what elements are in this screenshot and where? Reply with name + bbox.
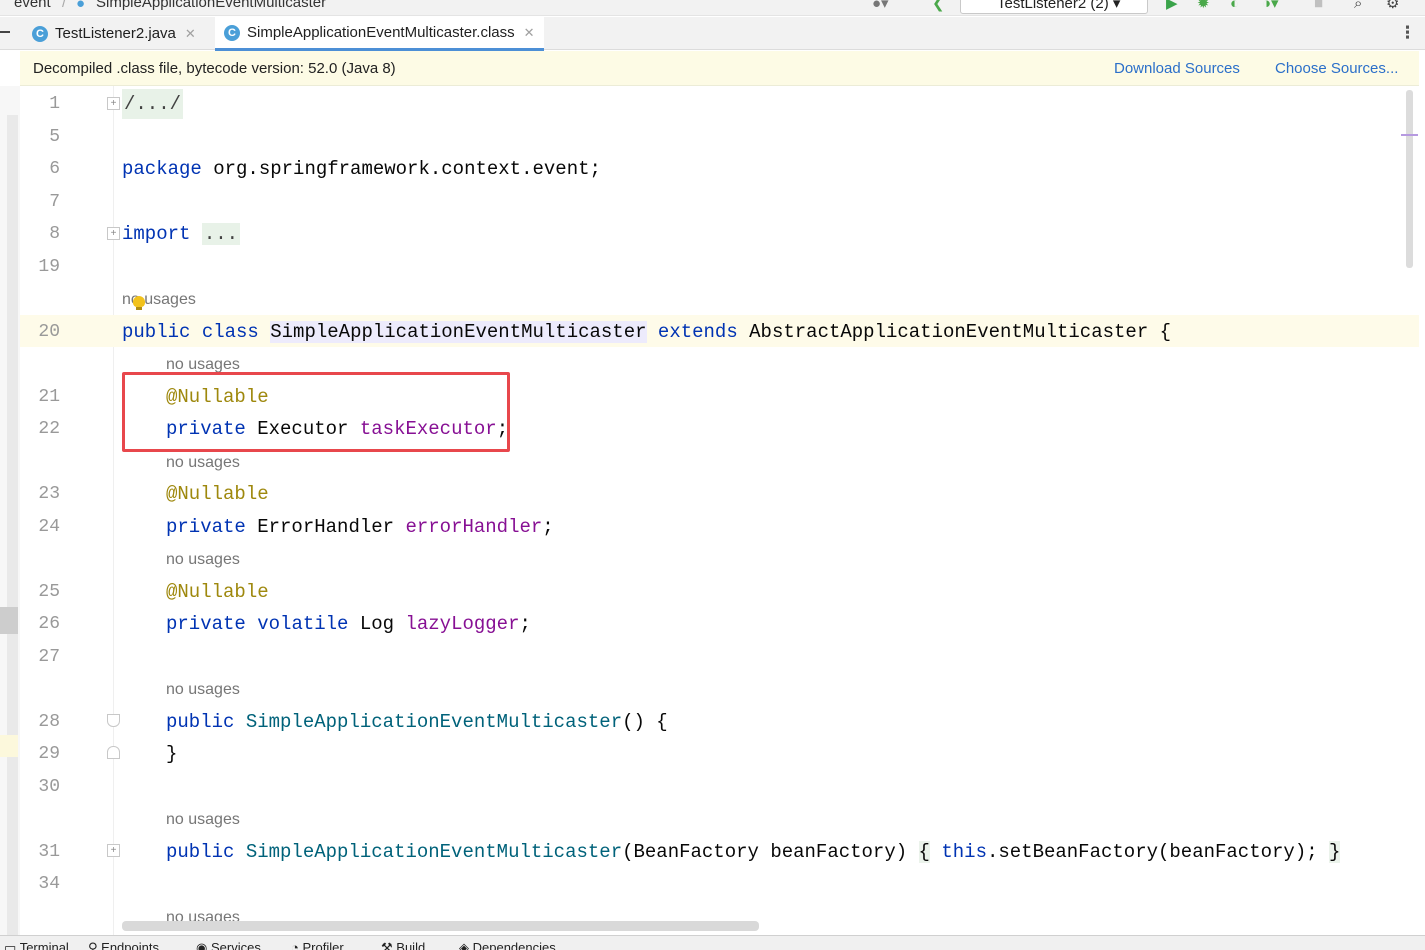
line-number: 26 — [38, 614, 60, 634]
collapse-icon[interactable] — [0, 31, 10, 33]
code-line-25: @Nullable — [166, 581, 269, 603]
tool-window-bar: ▭ Terminal ⚲ Endpoints ◉ Services ◔ Prof… — [0, 935, 1425, 950]
java-class-icon: C — [32, 25, 48, 42]
java-class-icon: C — [224, 24, 240, 41]
tab-label: TestListener2.java — [55, 25, 176, 42]
stop-icon[interactable]: ■ — [1314, 0, 1323, 14]
code-line-26: private volatile Log lazyLogger; — [166, 613, 531, 635]
folded-header-comment[interactable]: /.../ — [122, 89, 184, 119]
choose-sources-link[interactable]: Choose Sources... — [1275, 60, 1398, 77]
services-icon: ◉ — [196, 940, 208, 950]
usages-hint[interactable]: no usages — [166, 550, 240, 570]
tab-testlistener2[interactable]: C TestListener2.java ✕ — [24, 17, 204, 50]
profiler-icon: ◔ — [291, 940, 299, 950]
line-number: 8 — [49, 224, 60, 244]
user-icon[interactable]: ●▾ — [872, 0, 889, 14]
strip-marker — [0, 735, 18, 757]
line-number: 7 — [49, 192, 60, 212]
terminal-tool[interactable]: ▭ Terminal — [4, 941, 69, 950]
code-line-6: package org.springframework.context.even… — [122, 158, 601, 180]
profiler-tool[interactable]: ◔ Profiler — [291, 941, 344, 950]
strip-marker — [0, 607, 18, 634]
highlight-annotation-box — [122, 372, 510, 452]
more-options-icon[interactable]: ⋮ — [1399, 23, 1416, 43]
folded-imports[interactable]: ... — [201, 223, 241, 245]
line-number: 1 — [49, 94, 60, 114]
line-number: 24 — [38, 517, 60, 537]
collapse-fold-icon[interactable] — [107, 714, 120, 727]
debug-icon[interactable]: ✹ — [1197, 0, 1210, 14]
code-editor[interactable] — [114, 86, 1419, 935]
code-line-29: } — [166, 743, 178, 765]
endpoints-tool[interactable]: ⚲ Endpoints — [88, 941, 159, 950]
dependencies-tool[interactable]: ◈ Dependencies — [459, 941, 556, 950]
close-tab-icon[interactable]: ✕ — [185, 26, 196, 42]
breadcrumb-separator: / — [62, 0, 67, 11]
line-number: 5 — [49, 127, 60, 147]
line-number: 30 — [38, 777, 60, 797]
build-tool[interactable]: ⚒ Build — [381, 941, 425, 950]
terminal-icon: ▭ — [4, 940, 17, 950]
code-line-1: /.../ — [122, 89, 184, 119]
usages-hint[interactable]: no usages — [166, 453, 240, 473]
code-line-20: public class SimpleApplicationEventMulti… — [122, 321, 1172, 343]
expand-fold-icon[interactable]: + — [107, 227, 120, 240]
expand-fold-icon[interactable]: + — [107, 844, 120, 857]
code-line-28: public SimpleApplicationEventMulticaster… — [166, 711, 668, 733]
close-tab-icon[interactable]: ✕ — [524, 25, 535, 41]
run-icon[interactable]: ▶ — [1166, 0, 1178, 14]
download-sources-link[interactable]: Download Sources — [1114, 60, 1240, 77]
dependencies-icon: ◈ — [459, 940, 469, 950]
structure-strip — [7, 115, 18, 935]
tab-label: SimpleApplicationEventMulticaster.class — [247, 24, 515, 41]
line-number: 20 — [38, 322, 60, 342]
code-line-8: import ... — [122, 223, 241, 245]
usages-hint[interactable]: no usages — [166, 810, 240, 830]
line-number: 28 — [38, 712, 60, 732]
profile-icon[interactable]: ◑▾ — [1262, 0, 1279, 14]
build-icon: ⚒ — [381, 940, 393, 950]
back-arrow-icon[interactable]: ❮ — [932, 0, 945, 14]
coverage-icon[interactable]: ◐ — [1230, 0, 1239, 14]
expand-fold-icon[interactable]: + — [107, 97, 120, 110]
editor-tab-bar: C TestListener2.java ✕ C SimpleApplicati… — [0, 17, 1425, 51]
fold-end-icon[interactable] — [107, 746, 120, 759]
line-number: 34 — [38, 874, 60, 894]
vertical-scrollbar[interactable] — [1406, 90, 1413, 268]
line-number-gutter — [20, 86, 114, 935]
code-line-31: public SimpleApplicationEventMulticaster… — [166, 841, 1341, 863]
horizontal-scrollbar[interactable] — [122, 921, 759, 931]
line-number: 27 — [38, 647, 60, 667]
class-icon: ● — [76, 0, 86, 12]
run-configuration-select[interactable]: TestListener2 (2) ▾ — [960, 0, 1148, 14]
line-number: 23 — [38, 484, 60, 504]
services-tool[interactable]: ◉ Services — [196, 941, 261, 950]
line-number: 21 — [38, 387, 60, 407]
search-icon[interactable]: ⌕ — [1354, 0, 1362, 14]
code-line-24: private ErrorHandler errorHandler; — [166, 516, 554, 538]
endpoints-icon: ⚲ — [88, 940, 98, 950]
line-number: 31 — [38, 842, 60, 862]
line-number: 19 — [38, 257, 60, 277]
code-line-23: @Nullable — [166, 483, 269, 505]
line-number: 22 — [38, 419, 60, 439]
usages-hint[interactable]: no usages — [166, 680, 240, 700]
line-number: 25 — [38, 582, 60, 602]
tab-simpleapplicationeventmulticaster[interactable]: C SimpleApplicationEventMulticaster.clas… — [215, 17, 544, 51]
banner-message: Decompiled .class file, bytecode version… — [33, 60, 396, 77]
line-number: 29 — [38, 744, 60, 764]
settings-icon[interactable]: ⚙ — [1386, 0, 1399, 14]
lightbulb-icon[interactable] — [133, 296, 145, 310]
right-edge — [1419, 51, 1425, 935]
line-number: 6 — [49, 159, 60, 179]
error-stripe-marker[interactable] — [1401, 134, 1418, 136]
navigation-bar: event / ● SimpleApplicationEventMulticas… — [0, 0, 1425, 16]
breadcrumb-package[interactable]: event — [14, 0, 51, 11]
decompiled-notice-banner: Decompiled .class file, bytecode version… — [20, 51, 1419, 86]
breadcrumb-class[interactable]: SimpleApplicationEventMulticaster — [96, 0, 326, 11]
